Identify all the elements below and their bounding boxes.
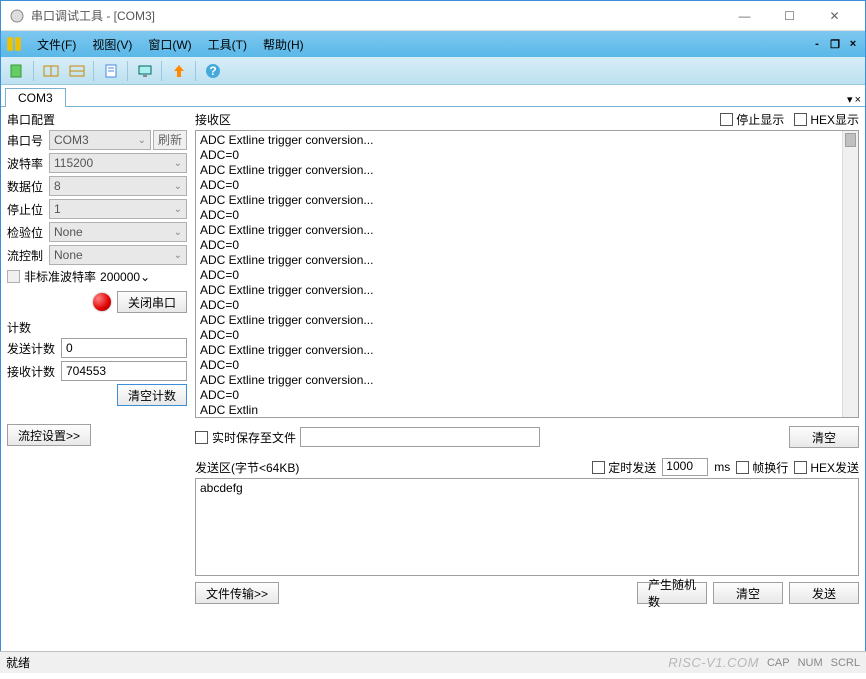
- frame-wrap-checkbox[interactable]: [736, 461, 749, 474]
- clear-recv-button[interactable]: 清空: [789, 426, 859, 448]
- frame-wrap-label: 帧换行: [752, 459, 788, 476]
- recv-title: 接收区: [195, 111, 710, 128]
- send-count-label: 发送计数: [7, 340, 61, 357]
- minimize-button[interactable]: —: [722, 2, 767, 30]
- stop-display-label: 停止显示: [736, 111, 784, 128]
- databits-combo[interactable]: 8⌄: [49, 176, 187, 196]
- interval-input[interactable]: 1000: [662, 458, 708, 476]
- send-count-value: 0: [61, 338, 187, 358]
- clear-send-button[interactable]: 清空: [713, 582, 783, 604]
- counts-title: 计数: [7, 319, 187, 336]
- close-button[interactable]: ✕: [812, 2, 857, 30]
- mdi-restore[interactable]: ❐: [827, 37, 843, 51]
- menubar: 文件(F) 视图(V) 窗口(W) 工具(T) 帮助(H) - ❐ ×: [1, 31, 865, 57]
- nonstd-baud-checkbox[interactable]: [7, 270, 20, 283]
- ms-label: ms: [714, 460, 730, 474]
- clear-count-button[interactable]: 清空计数: [117, 384, 187, 406]
- port-combo[interactable]: COM3⌄: [49, 130, 151, 150]
- scrl-indicator: SCRL: [831, 657, 860, 669]
- nonstd-baud-combo[interactable]: 200000⌄: [100, 270, 156, 284]
- send-title: 发送区(字节<64KB): [195, 459, 586, 476]
- port-label: 串口号: [7, 132, 49, 149]
- parity-combo[interactable]: None⌄: [49, 222, 187, 242]
- tab-com3[interactable]: COM3: [5, 88, 66, 107]
- recv-scrollbar[interactable]: [842, 131, 858, 417]
- menu-tools[interactable]: 工具(T): [200, 34, 255, 55]
- baud-combo[interactable]: 115200⌄: [49, 153, 187, 173]
- tb-new-icon[interactable]: [5, 59, 29, 83]
- flow-settings-button[interactable]: 流控设置>>: [7, 424, 91, 446]
- stopbits-label: 停止位: [7, 201, 49, 218]
- close-port-button[interactable]: 关闭串口: [117, 291, 187, 313]
- save-file-checkbox[interactable]: [195, 431, 208, 444]
- baud-label: 波特率: [7, 155, 49, 172]
- toolbar: ?: [1, 57, 865, 85]
- hex-display-label: HEX显示: [810, 111, 859, 128]
- hex-send-label: HEX发送: [810, 459, 859, 476]
- tb-up-icon[interactable]: [167, 59, 191, 83]
- right-panel: 接收区 停止显示 HEX显示 ADC Extline trigger conve…: [193, 107, 865, 679]
- timed-send-label: 定时发送: [608, 459, 656, 476]
- titlebar: 串口调试工具 - [COM3] — ☐ ✕: [1, 1, 865, 31]
- send-content: abcdefg: [200, 481, 243, 495]
- file-transfer-button[interactable]: 文件传输>>: [195, 582, 279, 604]
- watermark: RISC-V1.COM: [668, 655, 759, 670]
- save-file-label: 实时保存至文件: [212, 429, 296, 446]
- stopbits-combo[interactable]: 1⌄: [49, 199, 187, 219]
- maximize-button[interactable]: ☐: [767, 2, 812, 30]
- menu-help[interactable]: 帮助(H): [255, 34, 312, 55]
- recv-count-value: 704553: [61, 361, 187, 381]
- refresh-button[interactable]: 刷新: [153, 130, 187, 150]
- timed-send-checkbox[interactable]: [592, 461, 605, 474]
- num-indicator: NUM: [798, 657, 823, 669]
- recv-count-label: 接收计数: [7, 363, 61, 380]
- status-ready: 就绪: [6, 654, 30, 671]
- menu-window[interactable]: 窗口(W): [140, 34, 199, 55]
- flow-combo[interactable]: None⌄: [49, 245, 187, 265]
- cap-indicator: CAP: [767, 657, 790, 669]
- menu-file[interactable]: 文件(F): [29, 34, 84, 55]
- nonstd-baud-label: 非标准波特率: [24, 268, 96, 285]
- window-title: 串口调试工具 - [COM3]: [31, 7, 722, 24]
- flow-label: 流控制: [7, 247, 49, 264]
- random-button[interactable]: 产生随机数: [637, 582, 707, 604]
- left-panel: 串口配置 串口号 COM3⌄ 刷新 波特率 115200⌄ 数据位 8⌄ 停止位…: [1, 107, 193, 679]
- hex-display-checkbox[interactable]: [794, 113, 807, 126]
- tab-dropdown-icon[interactable]: ▾: [847, 93, 853, 106]
- tb-monitor-icon[interactable]: [133, 59, 157, 83]
- tb-help-icon[interactable]: ?: [201, 59, 225, 83]
- svg-text:?: ?: [209, 64, 216, 78]
- app-icon: [9, 8, 25, 24]
- tb-layout1-icon[interactable]: [39, 59, 63, 83]
- tb-doc-icon[interactable]: [99, 59, 123, 83]
- mdi-close[interactable]: ×: [845, 37, 861, 51]
- tab-close-icon[interactable]: ×: [855, 94, 861, 106]
- port-status-indicator: [93, 293, 111, 311]
- receive-content: ADC Extline trigger conversion... ADC=0 …: [200, 133, 854, 418]
- send-textarea[interactable]: abcdefg: [195, 478, 859, 576]
- menu-app-icon: [5, 35, 23, 53]
- databits-label: 数据位: [7, 178, 49, 195]
- hex-send-checkbox[interactable]: [794, 461, 807, 474]
- tabstrip: COM3 ▾ ×: [1, 85, 865, 107]
- stop-display-checkbox[interactable]: [720, 113, 733, 126]
- menu-view[interactable]: 视图(V): [84, 34, 140, 55]
- statusbar: 就绪 RISC-V1.COM CAP NUM SCRL: [0, 651, 866, 673]
- save-file-path-input[interactable]: [300, 427, 540, 447]
- serial-config-title: 串口配置: [7, 111, 187, 128]
- send-button[interactable]: 发送: [789, 582, 859, 604]
- parity-label: 检验位: [7, 224, 49, 241]
- tb-layout2-icon[interactable]: [65, 59, 89, 83]
- mdi-minimize[interactable]: -: [809, 37, 825, 51]
- receive-textarea[interactable]: ADC Extline trigger conversion... ADC=0 …: [195, 130, 859, 418]
